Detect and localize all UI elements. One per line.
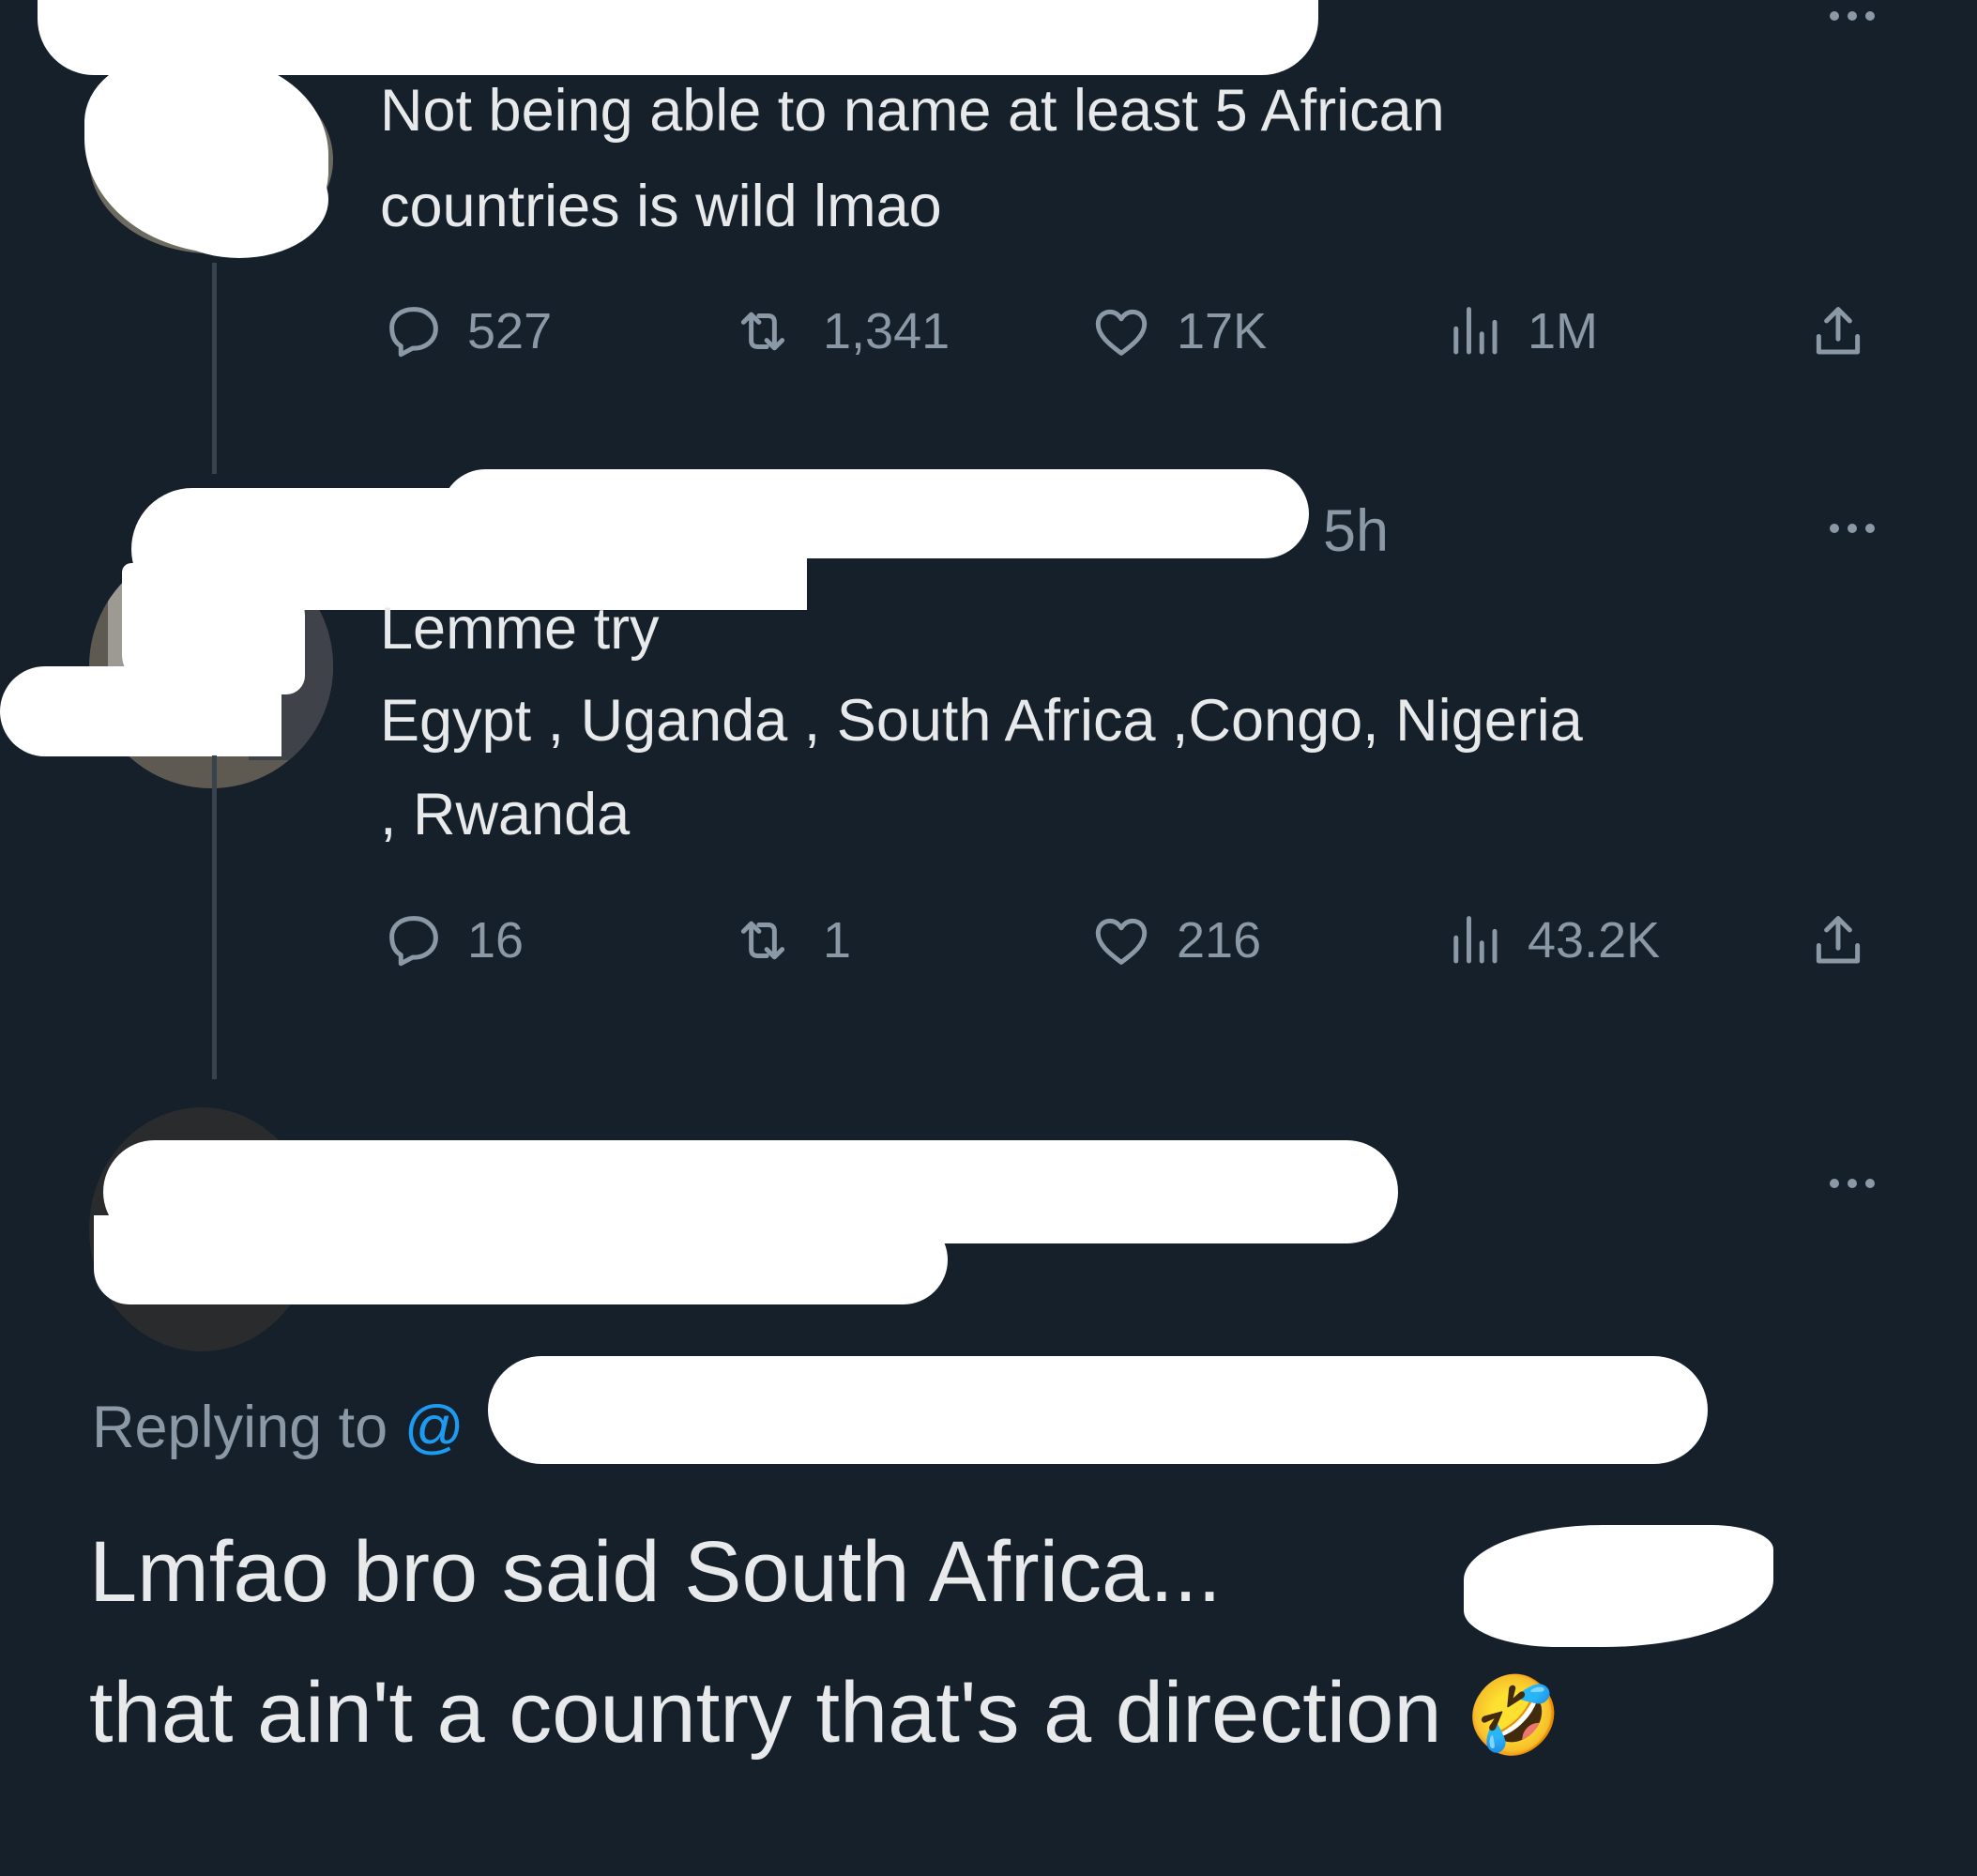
reply-button[interactable]: 16 xyxy=(383,903,524,978)
tweet-text-line: Lemme try xyxy=(380,596,660,662)
tweet-actions: 16 1 216 43.2K xyxy=(383,903,1903,978)
redacted-handle xyxy=(94,1215,948,1304)
views-count: 43.2K xyxy=(1528,912,1661,969)
retweet-button[interactable]: 1,341 xyxy=(725,294,950,369)
tweet-text-line: Not being able to name at least 5 Africa… xyxy=(380,78,1445,144)
rofl-emoji: 🤣 xyxy=(1466,1673,1562,1759)
views-count: 1M xyxy=(1528,303,1599,359)
more-options-icon[interactable] xyxy=(1830,11,1875,21)
more-options-icon[interactable] xyxy=(1830,1179,1875,1188)
tweet-text-line: Egypt , Uganda , South Africa ,Congo, Ni… xyxy=(380,688,1583,754)
tweet-text-line: , Rwanda xyxy=(380,782,631,847)
thread-line xyxy=(212,755,217,1079)
retweet-icon xyxy=(725,300,800,362)
redacted-avatar xyxy=(0,666,281,756)
reply-icon xyxy=(383,300,445,362)
share-icon xyxy=(1807,300,1869,362)
share-button[interactable] xyxy=(1807,294,1869,369)
tweet-text-line: countries is wild lmao xyxy=(380,174,942,239)
replying-to-label: Replying to xyxy=(92,1395,388,1460)
retweet-button[interactable]: 1 xyxy=(725,903,851,978)
replying-to: Replying to @ xyxy=(92,1385,464,1470)
views-button[interactable]: 43.2K xyxy=(1443,903,1660,978)
share-icon xyxy=(1807,909,1869,971)
redacted-text xyxy=(1464,1525,1773,1647)
like-count: 216 xyxy=(1177,912,1262,969)
more-options-icon[interactable] xyxy=(1830,524,1875,533)
retweet-icon xyxy=(725,909,800,971)
reply-count: 527 xyxy=(467,303,553,359)
views-button[interactable]: 1M xyxy=(1443,294,1598,369)
thread-line xyxy=(212,263,217,474)
views-icon xyxy=(1443,909,1505,971)
tweet-time[interactable]: 5h xyxy=(1323,486,1389,576)
like-button[interactable]: 17K xyxy=(1088,294,1267,369)
reply-button[interactable]: 527 xyxy=(383,294,552,369)
retweet-count: 1,341 xyxy=(823,303,950,359)
reply-count: 16 xyxy=(467,912,525,969)
views-icon xyxy=(1443,300,1505,362)
redacted-mention xyxy=(488,1356,1708,1464)
replying-to-mention[interactable]: @ xyxy=(404,1395,464,1460)
like-button[interactable]: 216 xyxy=(1088,903,1261,978)
reply-icon xyxy=(383,909,445,971)
like-icon xyxy=(1088,909,1154,971)
tweet-actions: 527 1,341 17K 1M xyxy=(383,294,1903,369)
reply-text: that ain't a country that's a direction xyxy=(89,1665,1442,1761)
like-icon xyxy=(1088,300,1154,362)
redacted-avatar xyxy=(150,141,328,258)
retweet-count: 1 xyxy=(823,912,852,969)
like-count: 17K xyxy=(1177,303,1268,359)
redacted-name xyxy=(441,469,1309,558)
reply-text-line: Lmfao bro said South Africa... xyxy=(89,1524,1222,1620)
share-button[interactable] xyxy=(1807,903,1869,978)
reply-text-line: that ain't a country that's a direction … xyxy=(89,1652,1561,1777)
